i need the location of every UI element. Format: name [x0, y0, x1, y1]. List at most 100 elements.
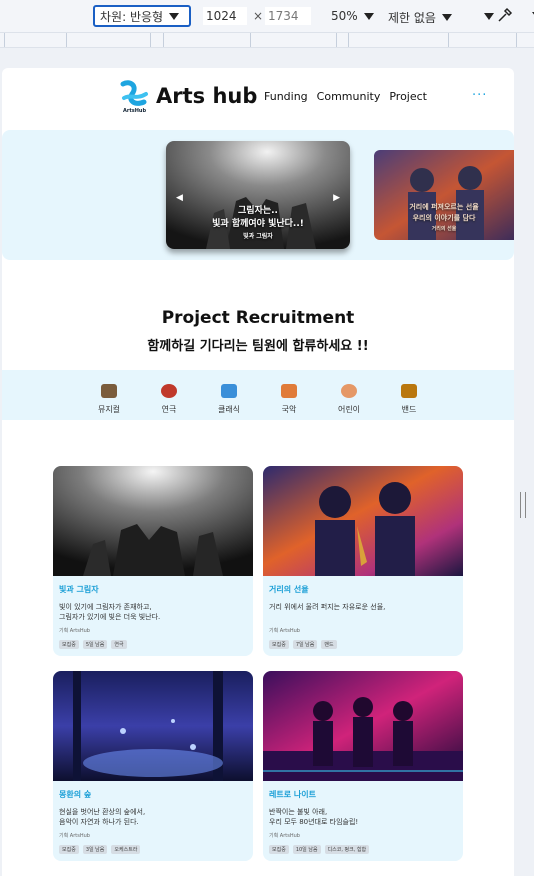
section-title: Project Recruitment [161, 308, 355, 328]
piano-icon [101, 384, 117, 398]
tag-deadline: 3일 남음 [82, 845, 108, 854]
tag-status: 모집중 [269, 640, 289, 649]
nav-project[interactable]: Project [389, 90, 427, 103]
card-title[interactable]: 레트로 나이트 [269, 789, 316, 800]
tag-deadline: 7일 남음 [292, 640, 318, 649]
tag-status: 모집중 [59, 640, 79, 649]
hourglass-icon [281, 384, 297, 398]
tag-genre: 디스코, 펑크, 힙합 [324, 845, 370, 854]
chevron-down-icon [169, 12, 180, 20]
category-theater[interactable]: 연극 [139, 384, 199, 415]
more-options-caret-icon[interactable] [484, 13, 494, 20]
category-children[interactable]: 어린이 [319, 384, 379, 415]
category-bar: 뮤지컬 연극 클래식 국악 어린이 밴드 [2, 370, 514, 420]
card-desc-line: 거리 위에서 울려 퍼지는 자유로운 선율, [269, 603, 386, 611]
card-tags: 모집중 7일 남음 밴드 [269, 640, 337, 649]
child-icon [341, 384, 357, 398]
carousel-next-icon[interactable]: ▶ [333, 193, 340, 203]
nav-community[interactable]: Community [317, 90, 381, 103]
card-tags: 모집중 10일 남음 디스코, 펑크, 힙합 [269, 845, 370, 854]
guitar-icon [401, 384, 417, 398]
tag-status: 모집중 [59, 845, 79, 854]
banner-side-line1: 거리에 퍼져오르는 선율 [409, 203, 479, 211]
card-desc-line: 반짝이는 불빛 아래, [269, 808, 328, 816]
throttle-label: 제한 없음 [388, 11, 436, 25]
card-desc-line: 그림자가 있기에 빛은 더욱 빛난다. [59, 613, 161, 621]
banner-side-line2: 우리의 이야기를 담다 [412, 214, 476, 222]
card-description: 거리 위에서 울려 퍼지는 자유로운 선율, [269, 602, 457, 612]
card-desc-line: 빛이 있기에 그림자가 존재하고, [59, 603, 152, 611]
card-desc-line: 음악이 자연과 하나가 된다. [59, 818, 139, 826]
card-organizer: 기획 ArtsHub [269, 628, 300, 634]
tag-genre: 연극 [111, 640, 127, 649]
brand-name[interactable]: Arts hub [156, 84, 257, 108]
banner-main-line1: 그림자는.. [238, 206, 278, 216]
category-label: 연극 [161, 405, 177, 414]
resize-handle[interactable] [520, 492, 526, 518]
project-card[interactable]: 거리의 선율 거리 위에서 울려 퍼지는 자유로운 선율, 기획 ArtsHub… [263, 466, 463, 656]
dimension-label: 차원: 반응형 [100, 9, 164, 24]
tag-genre: 오케스트라 [111, 845, 141, 854]
width-input[interactable]: 1024 [203, 7, 247, 25]
nav-funding[interactable]: Funding [264, 90, 308, 103]
tag-deadline: 5일 남음 [82, 640, 108, 649]
card-tags: 모집중 3일 남음 오케스트라 [59, 845, 141, 854]
chevron-down-icon [441, 14, 452, 21]
main-nav: Funding Community Project [264, 90, 427, 103]
tag-genre: 밴드 [321, 640, 337, 649]
card-organizer: 기획 ArtsHub [269, 833, 300, 839]
banner-carousel: 그림자는.. 빛과 함께여야 빛난다..! 빛과 그림자 ◀ ▶ 거리에 퍼져오… [2, 130, 514, 260]
category-label: 어린이 [337, 405, 361, 414]
banner-slide-next[interactable]: 거리에 퍼져오르는 선율 우리의 이야기를 담다 거리의 선율 [374, 150, 514, 240]
banner-slide-main[interactable]: 그림자는.. 빛과 함께여야 빛난다..! 빛과 그림자 ◀ ▶ [166, 141, 350, 249]
tag-status: 모집중 [269, 845, 289, 854]
card-description: 현실을 벗어난 환상의 숲에서, 음악이 자연과 하나가 된다. [59, 807, 247, 827]
tag-deadline: 10일 남음 [292, 845, 321, 854]
card-desc-line: 우리 모두 80년대로 타임슬립! [269, 818, 359, 826]
media-query-ruler [0, 32, 534, 48]
card-title[interactable]: 거리의 선율 [269, 584, 309, 595]
card-title[interactable]: 몽환의 숲 [59, 789, 91, 800]
retro-night-thumbnail [263, 671, 463, 781]
banner-main-line3: 빛과 그림자 [243, 233, 273, 240]
eyedropper-icon[interactable] [496, 6, 514, 24]
zoom-select[interactable]: 50% [331, 9, 374, 23]
dream-forest-thumbnail [53, 671, 253, 781]
carousel-prev-icon[interactable]: ◀ [176, 193, 183, 203]
category-gugak[interactable]: 국악 [259, 384, 319, 415]
category-classic[interactable]: 클래식 [199, 384, 259, 415]
page-viewport: ArtsHub Arts hub Funding Community Proje… [2, 68, 514, 876]
project-card[interactable]: 몽환의 숲 현실을 벗어난 환상의 숲에서, 음악이 자연과 하나가 된다. 기… [53, 671, 253, 861]
project-card[interactable]: 레트로 나이트 반짝이는 불빛 아래, 우리 모두 80년대로 타임슬립! 기획… [263, 671, 463, 861]
zoom-label: 50% [331, 9, 358, 23]
more-menu-icon[interactable]: ··· [472, 88, 487, 103]
banner-main-line2: 빛과 함께여야 빛난다..! [212, 219, 304, 229]
category-band[interactable]: 밴드 [379, 384, 439, 415]
site-header: ArtsHub Arts hub Funding Community Proje… [2, 68, 514, 126]
category-label: 클래식 [217, 405, 241, 414]
logo-caption: ArtsHub [123, 108, 147, 114]
project-card[interactable]: 빛과 그림자 빛이 있기에 그림자가 존재하고, 그림자가 있기에 빛은 더욱 … [53, 466, 253, 656]
height-input[interactable]: 1734 [265, 7, 311, 25]
card-description: 빛이 있기에 그림자가 존재하고, 그림자가 있기에 빛은 더욱 빛난다. [59, 602, 247, 622]
card-description: 반짝이는 불빛 아래, 우리 모두 80년대로 타임슬립! [269, 807, 457, 827]
shadow-dancers-thumbnail [53, 466, 253, 576]
street-musicians-thumbnail [263, 466, 463, 576]
card-desc-line: 현실을 벗어난 환상의 숲에서, [59, 808, 146, 816]
dimension-select[interactable]: 차원: 반응형 [93, 5, 191, 27]
category-label: 뮤지컬 [97, 405, 121, 414]
throttle-select[interactable]: 제한 없음 [388, 9, 452, 26]
card-tags: 모집중 5일 남음 연극 [59, 640, 127, 649]
category-label: 밴드 [401, 405, 417, 414]
card-title[interactable]: 빛과 그림자 [59, 584, 99, 595]
category-musical[interactable]: 뮤지컬 [79, 384, 139, 415]
times-sign: × [253, 9, 264, 23]
category-label: 국악 [281, 405, 297, 414]
card-organizer: 기획 ArtsHub [59, 833, 90, 839]
card-organizer: 기획 ArtsHub [59, 628, 90, 634]
devtools-toolbar: 차원: 반응형 1024 × 1734 50% 제한 없음 [0, 0, 534, 32]
section-subtitle: 함께하길 기다리는 팀원에 합류하세요 !! [147, 339, 369, 354]
theater-icon [161, 384, 177, 398]
chevron-down-icon [363, 12, 374, 20]
banner-side-line3: 거리의 선율 [431, 226, 457, 232]
